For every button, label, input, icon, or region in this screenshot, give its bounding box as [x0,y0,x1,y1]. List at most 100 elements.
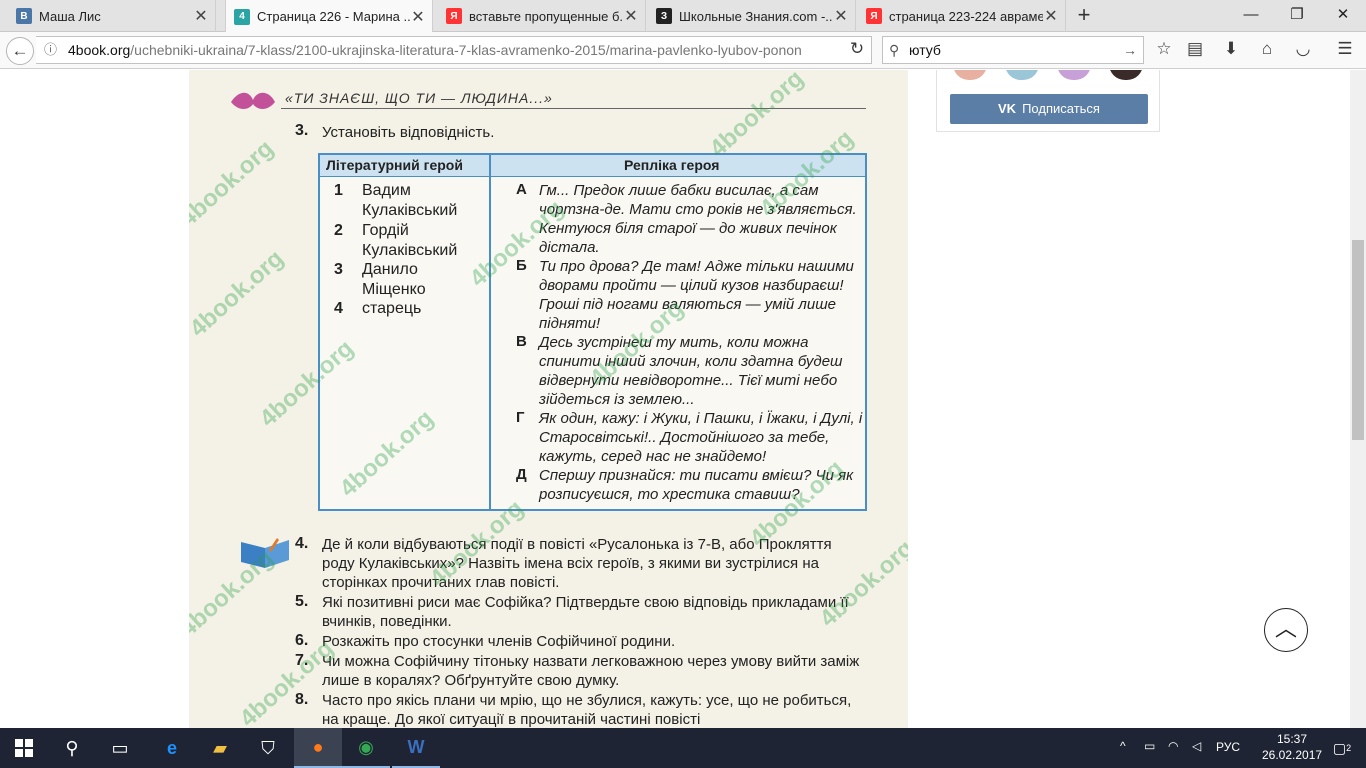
search-input[interactable]: ⚲ ютуб → [882,36,1144,64]
clock-time: 15:37 [1276,732,1308,746]
vk-widget: VK Подписаться [936,70,1160,132]
question-number-3: 3. [295,122,309,139]
reply-text: Спершу признайся: ти писати вмієш? Чи як… [539,467,854,503]
avatar[interactable] [953,70,987,80]
vk-logo-icon: VK [998,101,1017,116]
firefox-icon[interactable]: ● [294,728,342,768]
back-button[interactable]: ← [6,37,34,65]
textbook-page: «ТИ ЗНАЄШ, ЩО ТИ — ЛЮДИНА...» 3. Установ… [189,70,908,728]
taskbar: ⚲ ▭ e ▰ ⛉ ● ◉ W ^ ▭ ◠ ◁ РУС 15:37 26.02.… [0,728,1366,768]
hero-row: 3 Данило Міщенко [334,261,426,298]
avatar[interactable] [1005,70,1039,80]
tab-title: Страница 226 - Марина ... [257,9,410,24]
home-icon[interactable]: ⌂ [1254,37,1280,63]
favicon-icon: З [656,8,672,24]
volume-icon[interactable]: ◁ [1192,739,1201,753]
minimize-button[interactable]: — [1228,0,1274,32]
favicon-icon: Я [866,8,882,24]
start-button[interactable] [0,728,48,768]
show-hidden-icons[interactable]: ^ [1120,739,1126,753]
scrollbar-thumb[interactable] [1352,240,1364,440]
reading-list-icon[interactable]: ▤ [1182,37,1208,63]
ornament-icon [231,92,275,109]
tab-4[interactable]: З Школьные Знания.com -... ✕ [648,0,856,32]
hero-row: 4 старець [334,300,422,317]
avatar[interactable] [1109,70,1143,80]
question-text: Часто про якісь плани чи мрію, що не збу… [322,692,852,728]
column-divider [489,155,491,509]
network-icon[interactable]: ◠ [1168,739,1178,753]
reply-letter: В [516,333,527,350]
matching-table: Літературний герой Репліка героя 1 Вадим … [318,153,867,511]
navigation-toolbar: ← ⓘ 4book.org/uchebniki-ukraina/7-klass/… [0,32,1366,69]
watermark: 4book.org [189,134,279,233]
tab-title: страница 223-224 авраме... [889,8,1043,24]
close-tab-icon[interactable]: ✕ [623,6,639,26]
page-header: «ТИ ЗНАЄШ, ЩО ТИ — ЛЮДИНА...» [285,90,553,106]
task-view-icon[interactable]: ▭ [96,728,144,768]
new-tab-button[interactable]: + [1072,4,1096,28]
question-text: Розкажіть про стосунки членів Софійчиної… [322,633,676,650]
column-header-hero: Літературний герой [326,157,463,173]
tab-1[interactable]: В Маша Лис ✕ [8,0,216,32]
word-icon[interactable]: W [392,728,440,768]
menu-icon[interactable]: ☰ [1332,37,1358,63]
info-icon[interactable]: ⓘ [44,37,57,63]
close-window-button[interactable]: ✕ [1320,0,1366,32]
question-number: 5. [295,593,309,610]
web-content: «ТИ ЗНАЄШ, ЩО ТИ — ЛЮДИНА...» 3. Установ… [0,70,1350,728]
close-tab-icon[interactable]: ✕ [410,7,426,27]
chrome-icon[interactable]: ◉ [342,728,390,768]
windows-icon [15,739,33,757]
watermark: 4book.org [704,70,809,163]
tab-5[interactable]: Ястраница 223-224 авраме... ✕ [858,0,1066,32]
reply-text: Гм... Предок лише бабки висилає, а сам ч… [539,182,857,256]
url-bar[interactable]: ⓘ 4book.org/uchebniki-ukraina/7-klass/21… [36,36,872,64]
table-header: Літературний герой Репліка героя [320,155,865,177]
tab-2[interactable]: 4 Страница 226 - Марина ... ✕ [225,0,433,33]
tab-title: вставьте пропущенные б... [469,8,623,24]
tab-strip: В Маша Лис ✕ 4 Страница 226 - Марина ... ✕ Явс… [0,0,1366,33]
language-indicator[interactable]: РУС [1216,740,1240,754]
vk-subscribe-button[interactable]: VK Подписаться [950,94,1148,124]
file-explorer-icon[interactable]: ▰ [196,728,244,768]
close-tab-icon[interactable]: ✕ [1043,6,1059,26]
search-taskbar-icon[interactable]: ⚲ [48,728,96,768]
go-arrow-icon[interactable]: → [1123,37,1137,63]
reload-icon[interactable]: ↻ [844,37,870,63]
header-divider [281,108,866,109]
tab-title: Школьные Знания.com -... [679,8,833,24]
notifications-icon[interactable]: ▢ 2 [1318,728,1366,768]
close-tab-icon[interactable]: ✕ [833,6,849,26]
question-text: Чи можна Софійчину тітоньку назвати легк… [322,653,860,689]
reply-text: Ти про дрова? Де там! Адже тільки нашими… [539,258,854,332]
reply-letter: Б [516,257,527,274]
open-book-icon [241,538,289,568]
url-path: /uchebniki-ukraina/7-klass/2100-ukrajins… [130,42,802,58]
scroll-to-top-button[interactable]: ︿ [1264,608,1308,652]
question-number: 7. [295,652,309,669]
favicon-icon: 4 [234,8,250,25]
scrollbar[interactable] [1350,70,1366,728]
clock-date: 26.02.2017 [1262,748,1323,762]
edge-icon[interactable]: e [148,728,196,768]
restore-button[interactable]: ❐ [1274,0,1320,32]
battery-icon[interactable]: ▭ [1144,739,1155,753]
store-icon[interactable]: ⛉ [244,728,292,768]
question-text: Де й коли відбуваються події в повісті «… [322,536,832,591]
bookmark-star-icon[interactable]: ☆ [1151,37,1177,63]
url-host: 4book.org [68,42,131,58]
hero-row: 1 Вадим Кулаківський [334,182,458,219]
close-tab-icon[interactable]: ✕ [193,6,209,26]
tab-title: Маша Лис [39,8,101,24]
search-icon: ⚲ [889,42,900,58]
pocket-icon[interactable]: ◡ [1290,37,1316,63]
download-icon[interactable]: ⬇ [1218,37,1244,63]
question-text: Які позитивні риси має Софійка? Підтверд… [322,594,849,630]
avatar[interactable] [1057,70,1091,80]
tab-3[interactable]: Явставьте пропущенные б... ✕ [438,0,646,32]
hero-row: 2 Гордій Кулаківський [334,222,458,259]
watermark: 4book.org [189,244,289,343]
question-number: 8. [295,691,309,708]
clock[interactable]: 15:37 26.02.2017 [1262,731,1322,763]
